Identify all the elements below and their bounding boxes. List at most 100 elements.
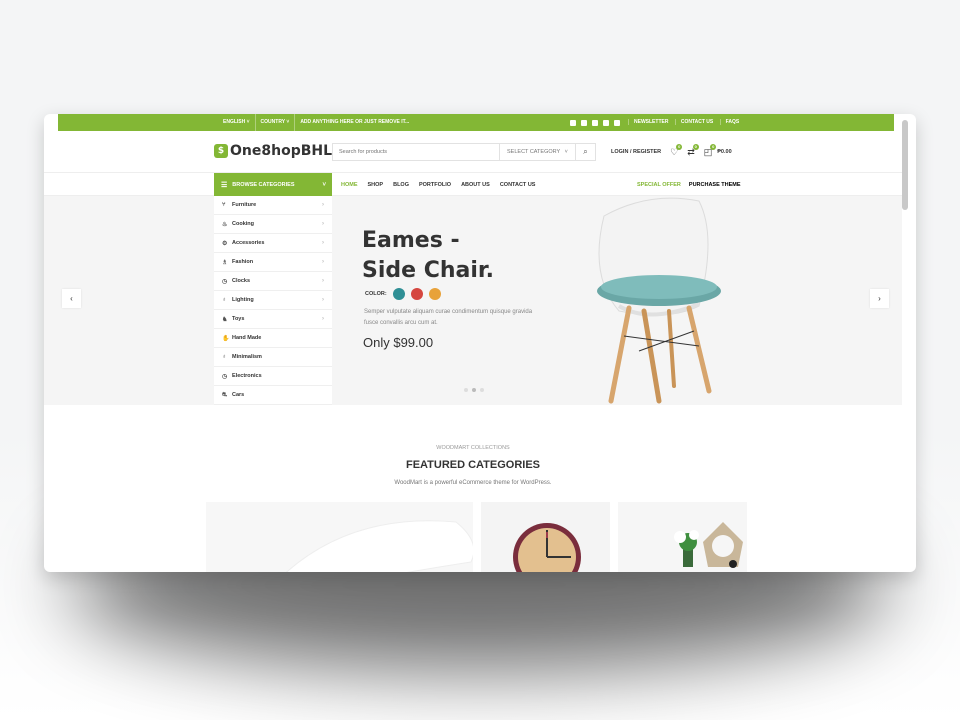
main-navigation: ☰ BROWSE CATEGORIES ˅ HOME SHOP BLOG POR… [44,173,902,196]
swatch-teal[interactable] [392,288,405,300]
cart-total[interactable]: ₱0.00 [717,149,731,155]
minimalism-icon: ♁ [222,354,227,360]
fashion-icon: ♗ [222,259,228,266]
nav-shop[interactable]: SHOP [368,182,384,188]
category-select[interactable]: SELECT CATEGORY ˅ [499,144,575,160]
slider-dot[interactable] [480,388,484,392]
compare-icon[interactable]: ⇄ 0 [687,143,699,158]
site-header: $ One8hopBHL SELECT CATEGORY ˅ ⌕ LOGIN /… [44,131,902,173]
category-item-minimalism[interactable]: ♁ Minimalism [214,348,332,367]
category-label: Clocks [232,278,251,284]
language-select[interactable]: ENGLISH ˅ [218,114,255,131]
swatch-red[interactable] [410,288,423,300]
cart-icon[interactable]: ◰ 0 [704,143,717,158]
category-label: Furniture [232,202,257,208]
browse-categories-button[interactable]: ☰ BROWSE CATEGORIES ˅ [214,173,332,196]
chevron-right-icon: › [322,202,324,208]
category-label: Cars [232,392,245,398]
nav-blog[interactable]: BLOG [393,182,409,188]
compare-count: 0 [692,143,699,150]
featured-description: WoodMart is a powerful eCommerce theme f… [394,480,552,486]
site-logo[interactable]: $ One8hopBHL [214,143,332,159]
category-label: Accessories [232,240,265,246]
category-item-electronics[interactable]: ◷ Electronics [214,367,332,386]
nav-contact-us[interactable]: CONTACT US [500,182,536,188]
accessories-icon: ⚙ [222,240,228,247]
featured-subtitle: WOODMART COLLECTIONS [436,445,510,451]
nav-portfolio[interactable]: PORTFOLIO [419,182,451,188]
wishlist-count: 0 [676,143,683,150]
clock-card-image [513,523,581,572]
chevron-right-icon: › [322,259,324,265]
pinterest-icon[interactable] [614,119,620,126]
chevron-down-icon: ˅ [322,181,326,188]
category-select-label: SELECT CATEGORY [507,149,561,155]
category-card[interactable] [481,502,610,572]
category-menu: ⑂ Furniture › ♨ Cooking › ⚙ Accessories › ♗ Fashio… [214,196,332,405]
twitter-icon[interactable] [581,119,587,126]
category-item-cars[interactable]: ⛐ Cars [214,386,332,405]
search-icon[interactable]: ⌕ [575,144,595,160]
cooking-icon: ♨ [222,221,228,228]
featured-title: FEATURED CATEGORIES [405,459,541,471]
newsletter-link[interactable]: NEWSLETTER [628,119,674,125]
scrollbar[interactable] [902,120,908,210]
cart-count: 0 [710,143,717,150]
category-item-clocks[interactable]: ◷ Clocks › [214,272,332,291]
login-register-link[interactable]: LOGIN / REGISTER [611,149,661,155]
electronics-icon: ◷ [222,373,228,380]
hero-title: Eames - Side Chair. [362,226,494,286]
contact-us-link[interactable]: CONTACT US [674,119,719,125]
wishlist-icon[interactable]: ♡ 0 [670,143,683,158]
category-item-lighting[interactable]: ♁ Lighting › [214,291,332,310]
category-label: Fashion [232,259,254,265]
category-item-accessories[interactable]: ⚙ Accessories › [214,234,332,253]
purchase-theme-link[interactable]: PURCHASE THEME [689,182,741,188]
nav-about-us[interactable]: ABOUT US [461,182,490,188]
category-card[interactable] [206,502,473,572]
category-item-furniture[interactable]: ⑂ Furniture › [214,196,332,215]
chevron-right-icon: › [322,221,324,227]
category-card[interactable] [618,502,747,572]
slider-dots [464,388,484,392]
category-label: Toys [232,316,245,322]
color-picker: COLOR: [365,288,441,300]
search-input[interactable] [333,144,499,160]
slider-prev-button[interactable]: ‹ [62,289,81,308]
browser-window: ENGLISH ˅ COUNTRY ˅ ADD ANYTHING HERE OR… [44,114,916,572]
category-label: Lighting [232,297,254,303]
chevron-right-icon: › [322,297,324,303]
chair-icon: ⑂ [222,202,226,208]
chevron-right-icon: › [322,240,324,246]
category-item-fashion[interactable]: ♗ Fashion › [214,253,332,272]
chevron-right-icon: › [322,316,324,322]
nav-home[interactable]: HOME [341,182,358,188]
slider-dot-active[interactable] [472,388,476,392]
hero-title-line1: Eames - [362,228,460,253]
chevron-right-icon: › [322,278,324,284]
search-bar: SELECT CATEGORY ˅ ⌕ [332,143,596,161]
youtube-icon[interactable] [603,119,609,126]
special-offer-link[interactable]: SPECIAL OFFER [637,182,681,188]
toy-icon: ♞ [222,316,228,323]
country-select[interactable]: COUNTRY ˅ [254,114,295,131]
hamburger-icon: ☰ [221,181,228,189]
facebook-icon[interactable] [570,119,576,126]
category-label: Hand Made [232,335,262,341]
clock-icon: ◷ [222,278,228,285]
slider-dot[interactable] [464,388,468,392]
promo-text: ADD ANYTHING HERE OR JUST REMOVE IT... [294,114,414,131]
category-label: Minimalism [232,354,262,360]
chair-card-image [285,520,473,572]
color-label: COLOR: [365,291,387,297]
logo-text: One8hopBHL [230,143,333,159]
slider-next-button[interactable]: › [870,289,889,308]
category-item-hand-made[interactable]: ✋ Hand Made [214,329,332,348]
category-item-cooking[interactable]: ♨ Cooking › [214,215,332,234]
faqs-link[interactable]: FAQS [719,119,745,125]
hero-title-line2: Side Chair. [362,258,494,283]
swatch-orange[interactable] [428,288,441,300]
instagram-icon[interactable] [592,119,598,126]
category-item-toys[interactable]: ♞ Toys › [214,310,332,329]
chair-image [597,197,721,404]
